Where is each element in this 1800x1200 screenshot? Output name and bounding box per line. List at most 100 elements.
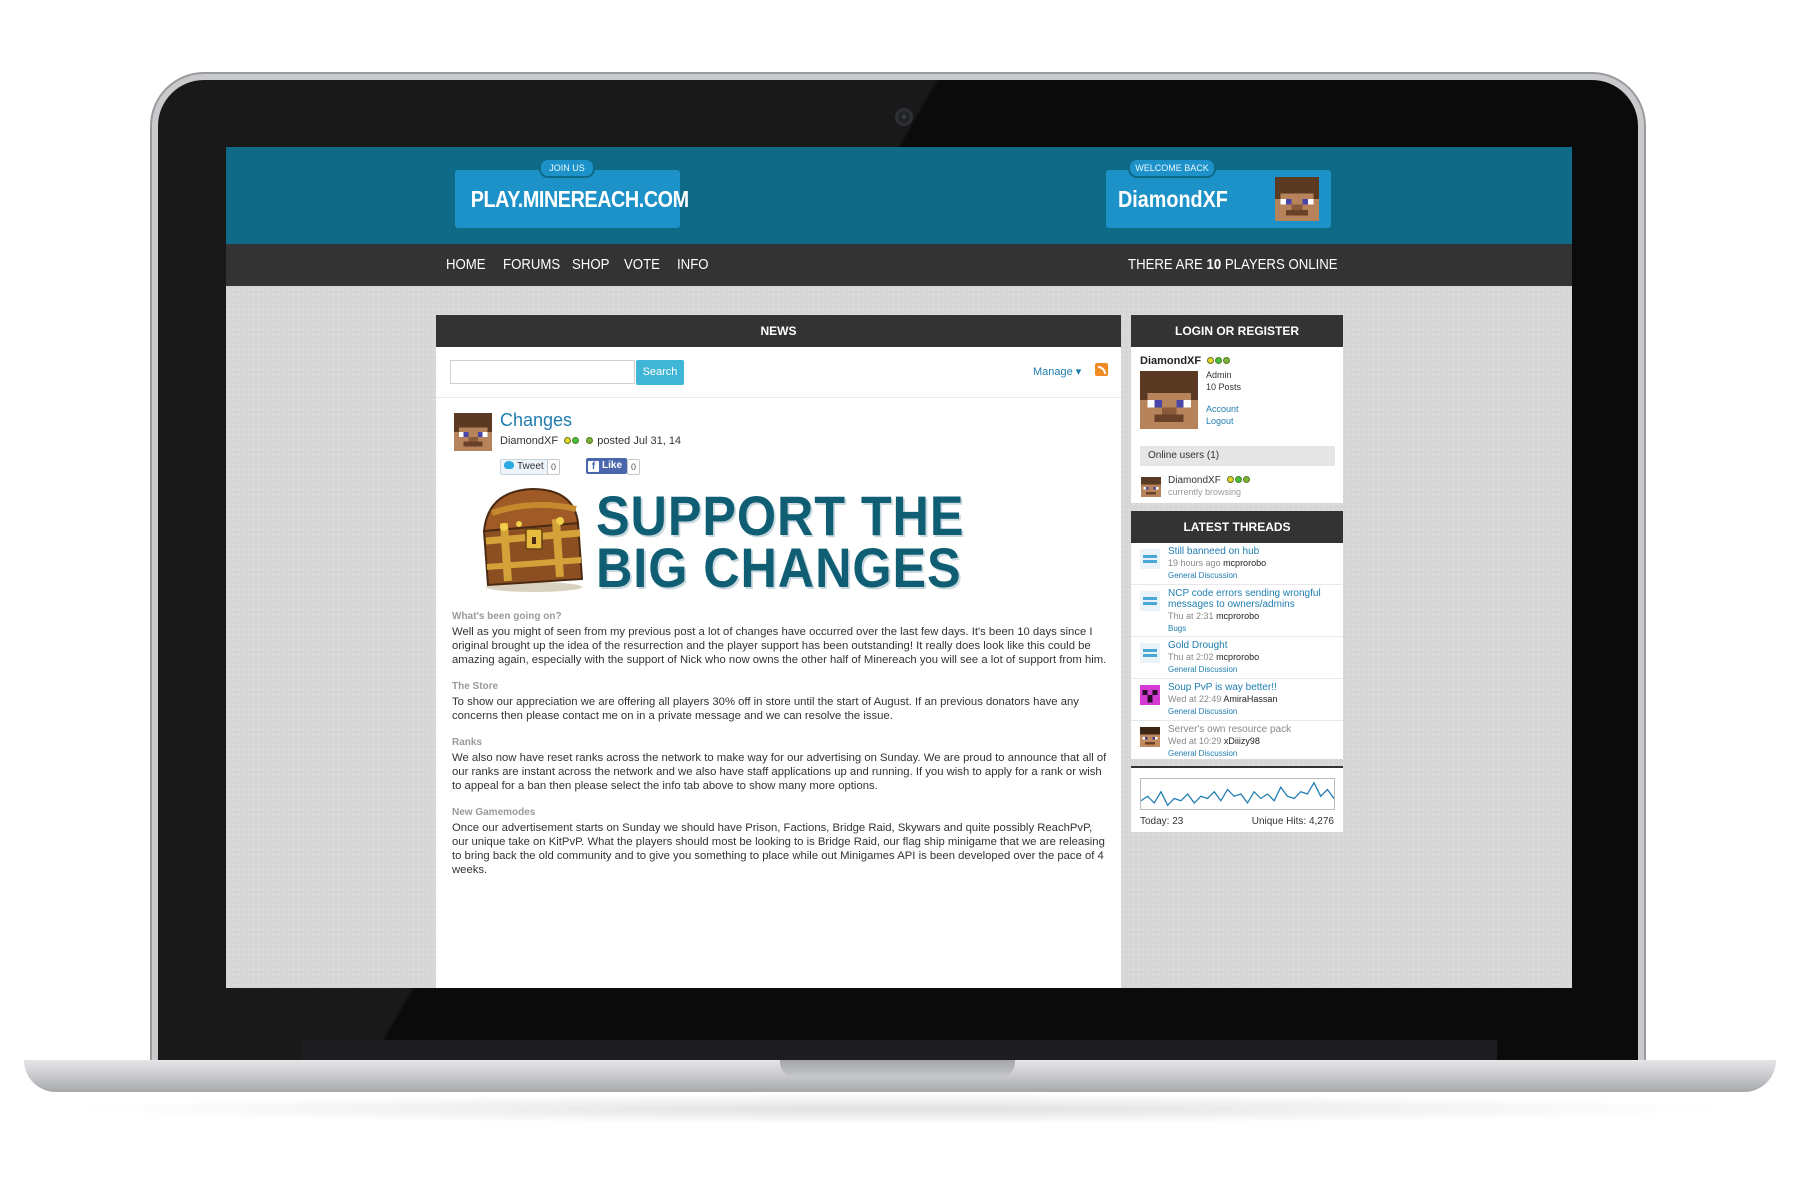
thread-user[interactable]: mcprorobo: [1216, 611, 1259, 621]
post-title[interactable]: Changes: [500, 410, 572, 431]
sidebar-username-text: DiamondXF: [1140, 355, 1202, 367]
steve-icon: [1140, 727, 1160, 747]
section-body: To show our appreciation we are offering…: [452, 696, 1079, 722]
steve-avatar-icon: [1275, 177, 1319, 221]
thread-user[interactable]: xDiiizy98: [1224, 736, 1260, 746]
thread-time: Wed at 22:49: [1168, 694, 1222, 704]
online-user-avatar-icon[interactable]: [1141, 477, 1161, 497]
thread-time: Thu at 2:02: [1168, 652, 1214, 662]
thread-item[interactable]: Still banneed on hub 19 hours ago mcpror…: [1131, 543, 1343, 585]
tweet-label: Tweet: [517, 461, 544, 472]
online-user-name-text: DiamondXF: [1168, 475, 1221, 487]
welcome-box[interactable]: WELCOME BACK DiamondXF: [1106, 158, 1331, 228]
thread-category[interactable]: General Discussion: [1168, 570, 1338, 581]
treasure-chest-icon: [482, 487, 584, 592]
rank-badges-icon: [564, 435, 580, 447]
like-label: Like: [602, 460, 623, 471]
visitor-sparkline: [1140, 778, 1335, 810]
thread-title[interactable]: Still banneed on hub: [1168, 546, 1338, 557]
section-heading: What's been going on?: [452, 611, 562, 622]
thread-title[interactable]: NCP code errors sending wrongful message…: [1168, 588, 1338, 610]
rank-badges-icon: [1226, 475, 1251, 486]
sidebar-username[interactable]: DiamondXF: [1140, 355, 1234, 367]
divider: [436, 397, 1121, 398]
tweet-count: 0: [547, 459, 561, 475]
logout-link[interactable]: Logout: [1206, 416, 1234, 426]
main-nav: HOME FORUMS SHOP VOTE INFO THERE ARE 10 …: [226, 244, 1572, 286]
account-link[interactable]: Account: [1206, 404, 1239, 414]
minereach-icon: [1140, 549, 1160, 569]
nav-home[interactable]: HOME: [446, 244, 486, 286]
nav-shop[interactable]: SHOP: [572, 244, 609, 286]
players-count: 10: [1206, 256, 1222, 273]
visitor-stats-panel: Today: 23 Unique Hits: 4,276: [1131, 766, 1343, 832]
post-meta: DiamondXF posted Jul 31, 14: [500, 435, 681, 447]
thread-category[interactable]: General Discussion: [1168, 748, 1338, 759]
section-body: We also now have reset ranks across the …: [452, 752, 1107, 792]
login-title: LOGIN OR REGISTER: [1131, 315, 1343, 347]
webcam: [895, 108, 913, 126]
thread-item[interactable]: Server's own resource pack Wed at 10:29 …: [1131, 721, 1343, 759]
rss-icon[interactable]: [1095, 363, 1108, 376]
minereach-icon: [1140, 591, 1160, 611]
players-prefix: THERE ARE: [1128, 256, 1203, 273]
nav-info[interactable]: INFO: [677, 244, 709, 286]
stat-today: Today: 23: [1140, 816, 1184, 827]
thread-meta: 19 hours ago mcprorobo: [1168, 558, 1338, 569]
thread-title[interactable]: Server's own resource pack: [1168, 724, 1338, 735]
thread-time: 19 hours ago: [1168, 558, 1221, 568]
post-author-avatar-icon[interactable]: [454, 413, 492, 451]
thread-item[interactable]: NCP code errors sending wrongful message…: [1131, 585, 1343, 637]
thread-user[interactable]: AmiraHassan: [1223, 694, 1277, 704]
online-dot-icon: [586, 437, 594, 444]
laptop-hinge: [302, 1040, 1497, 1060]
post-date: posted Jul 31, 14: [597, 435, 682, 447]
site-header: JOIN US PLAY.MINEREACH.COM WELCOME BACK …: [226, 147, 1572, 244]
thread-category[interactable]: General Discussion: [1168, 664, 1338, 675]
thread-title[interactable]: Soup PvP is way better!!: [1168, 682, 1338, 693]
thread-meta: Wed at 22:49 AmiraHassan: [1168, 694, 1338, 705]
thread-meta: Thu at 2:31 mcprorobo: [1168, 611, 1338, 622]
thread-meta: Thu at 2:02 mcprorobo: [1168, 652, 1338, 663]
thread-user[interactable]: mcprorobo: [1216, 652, 1259, 662]
online-users-header[interactable]: Online users (1): [1140, 446, 1335, 466]
manage-dropdown[interactable]: Manage ▾: [1033, 365, 1081, 378]
facebook-like-button[interactable]: f Like: [586, 458, 628, 474]
server-address-box[interactable]: JOIN US PLAY.MINEREACH.COM: [455, 158, 689, 228]
user-role: Admin: [1206, 370, 1232, 380]
sparkline-path: [1141, 781, 1334, 807]
post-author[interactable]: DiamondXF: [500, 435, 558, 447]
section-body: Once our advertisement starts on Sunday …: [452, 822, 1105, 876]
section-heading: The Store: [452, 681, 499, 692]
nav-vote[interactable]: VOTE: [624, 244, 660, 286]
login-panel: LOGIN OR REGISTER DiamondXF Admin 10 Pos…: [1131, 315, 1343, 503]
thread-title[interactable]: Gold Drought: [1168, 640, 1338, 651]
rank-badges-icon: [1207, 355, 1231, 367]
thread-user[interactable]: mcprorobo: [1223, 558, 1266, 568]
thread-item[interactable]: Gold Drought Thu at 2:02 mcprorobo Gener…: [1131, 637, 1343, 679]
banner-line-2: BIG CHANGES: [596, 536, 962, 599]
thread-category[interactable]: Bugs: [1168, 623, 1338, 634]
nav-forums[interactable]: FORUMS: [503, 244, 560, 286]
news-title: NEWS: [436, 315, 1121, 347]
players-online: THERE ARE 10 PLAYERS ONLINE: [1128, 244, 1338, 286]
browser-viewport: JOIN US PLAY.MINEREACH.COM WELCOME BACK …: [226, 147, 1572, 988]
thread-category[interactable]: General Discussion: [1168, 706, 1338, 717]
header-username: DiamondXF: [1118, 186, 1228, 212]
news-search-input[interactable]: [450, 360, 635, 384]
latest-threads-title: LATEST THREADS: [1131, 511, 1343, 543]
section-heading: Ranks: [452, 737, 483, 748]
laptop-notch: [780, 1060, 1015, 1078]
online-user-status: currently browsing: [1168, 487, 1242, 497]
search-button[interactable]: Search: [636, 360, 684, 385]
thread-time: Thu at 2:31: [1168, 611, 1214, 621]
online-user-name[interactable]: DiamondXF: [1168, 475, 1254, 486]
players-suffix: PLAYERS ONLINE: [1224, 256, 1338, 273]
user-avatar-icon[interactable]: [1140, 371, 1198, 429]
tweet-button[interactable]: Tweet: [500, 459, 549, 475]
section-heading: New Gamemodes: [452, 807, 536, 818]
laptop-shadow: [60, 1094, 1740, 1124]
stat-unique-hits: Unique Hits: 4,276: [1251, 816, 1334, 827]
like-count: 0: [627, 459, 641, 475]
thread-item[interactable]: Soup PvP is way better!! Wed at 22:49 Am…: [1131, 679, 1343, 721]
